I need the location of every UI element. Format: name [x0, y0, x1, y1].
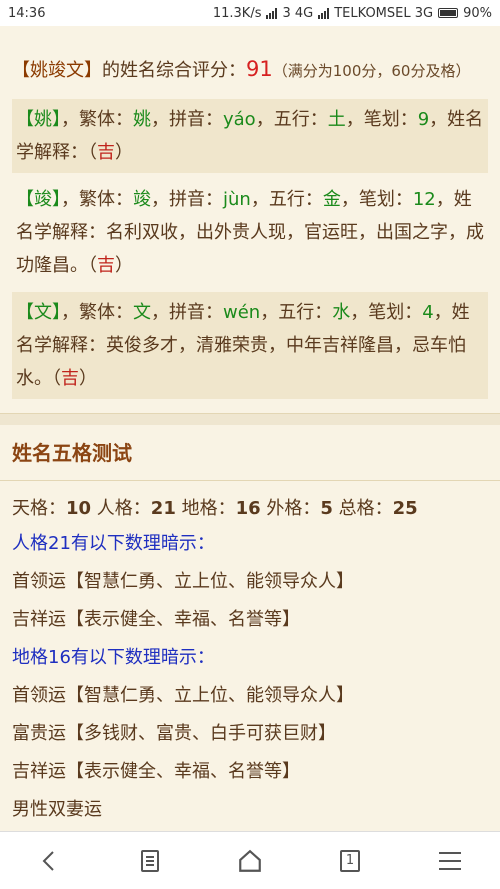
- char-name: 【文】: [16, 302, 61, 323]
- wuxing-label: ，五行：: [255, 109, 328, 130]
- total-score: 91: [246, 57, 273, 81]
- tian-label: 天格：: [12, 498, 66, 519]
- pinyin-label: ，拼音：: [151, 302, 223, 323]
- trad-label: ，繁体：: [61, 109, 133, 130]
- zong-value: 25: [392, 498, 418, 519]
- wuxing-label: ，五行：: [250, 189, 323, 210]
- wuxing-value: 水: [332, 302, 351, 323]
- hint-heading: 人格21有以下数理暗示：: [12, 533, 215, 554]
- network-speed: 11.3K/s: [212, 5, 262, 21]
- trad-value: 姚: [133, 109, 151, 130]
- hint-item: 男性双妻运: [12, 799, 102, 820]
- full-name: 【姚竣文】: [12, 60, 102, 81]
- status-bar: 14:36 11.3K/s 3 4G TELKOMSEL 3G 90%: [0, 0, 500, 26]
- luck-value: 吉: [61, 368, 79, 389]
- status-time: 14:36: [8, 5, 46, 21]
- wai-value: 5: [320, 498, 333, 519]
- battery-icon: [438, 8, 459, 18]
- back-button[interactable]: [30, 841, 70, 881]
- char-name: 【姚】: [16, 109, 61, 130]
- di-label: 地格：: [175, 498, 236, 519]
- luck-value: 吉: [97, 142, 115, 163]
- wuxing-label: ，五行：: [260, 302, 333, 323]
- strokes-label: ，笔划：: [340, 189, 413, 210]
- separator: ，: [435, 189, 454, 210]
- pinyin-value: yáo: [223, 109, 256, 130]
- back-icon: [42, 850, 54, 871]
- section-divider: [0, 413, 500, 425]
- carrier-name: TELKOMSEL 3G: [334, 5, 434, 21]
- page-content: 【姚竣文】的姓名综合评分：91（满分为100分，60分及格） 【姚】，繁体：姚，…: [0, 26, 500, 831]
- ren-label: 人格：: [91, 498, 151, 519]
- menu-button[interactable]: [430, 841, 470, 881]
- score-summary: 【姚竣文】的姓名综合评分：91（满分为100分，60分及格）: [0, 26, 500, 97]
- trad-label: ，繁体：: [61, 189, 133, 210]
- pinyin-value: jùn: [223, 189, 251, 210]
- tabs-button[interactable]: 1: [330, 841, 370, 881]
- trad-value: 文: [133, 302, 151, 323]
- signal-icon: [266, 7, 278, 19]
- browser-toolbar: 1: [0, 831, 500, 889]
- strokes-label: ，笔划：: [345, 109, 418, 130]
- pinyin-label: ，拼音：: [151, 109, 223, 130]
- signal-icon-2: [318, 7, 330, 19]
- five-grid-values: 天格：10 人格：21 地格：16 外格：5 总格：25: [0, 481, 500, 521]
- wai-label: 外格：: [260, 498, 321, 519]
- hamburger-icon: [439, 851, 461, 870]
- close-paren: ）: [115, 255, 133, 276]
- menu-page-icon: [141, 849, 159, 872]
- home-button[interactable]: [230, 841, 270, 881]
- pinyin-value: wén: [223, 302, 261, 323]
- strokes-value: 4: [422, 302, 434, 323]
- hint-item: 首领运【智慧仁勇、立上位、能领导众人】: [12, 571, 354, 592]
- summary-text: 的姓名综合评分：: [102, 60, 246, 81]
- strokes-value: 12: [412, 189, 436, 210]
- network-type: 3 4G: [282, 5, 314, 21]
- char-block: 【姚】，繁体：姚，拼音：yáo，五行：土，笔划：9，姓名学解释：（吉）: [12, 99, 488, 173]
- hint-heading: 地格16有以下数理暗示：: [12, 647, 215, 668]
- hint-item: 吉祥运【表示健全、幸福、名誉等】: [12, 609, 300, 630]
- strokes-label: ，笔划：: [350, 302, 423, 323]
- strokes-value: 9: [417, 109, 430, 130]
- separator: ，: [433, 302, 452, 323]
- section-title: 姓名五格测试: [0, 425, 500, 481]
- pinyin-label: ，拼音：: [151, 189, 223, 210]
- hint-item: 吉祥运【表示健全、幸福、名誉等】: [12, 761, 300, 782]
- tian-value: 10: [66, 498, 92, 519]
- hint-item: 首领运【智慧仁勇、立上位、能领导众人】: [12, 685, 354, 706]
- char-block: 【文】，繁体：文，拼音：wén，五行：水，笔划：4，姓名学解释：英俊多才，清雅荣…: [12, 292, 488, 399]
- home-icon: [239, 849, 261, 872]
- tab-count: 1: [345, 853, 355, 868]
- di-value: 16: [235, 498, 261, 519]
- char-block: 【竣】，繁体：竣，拼音：jùn，五行：金，笔划：12，姓名学解释：名利双收，出外…: [12, 179, 488, 286]
- close-paren: ）: [115, 142, 133, 163]
- wuxing-value: 金: [322, 189, 341, 210]
- reader-button[interactable]: [130, 841, 170, 881]
- wuxing-value: 土: [327, 109, 346, 130]
- ren-value: 21: [150, 498, 176, 519]
- trad-label: ，繁体：: [61, 302, 133, 323]
- char-name: 【竣】: [16, 189, 61, 210]
- close-paren: ）: [79, 368, 97, 389]
- battery-level: 90%: [463, 5, 492, 21]
- zong-label: 总格：: [332, 498, 393, 519]
- hint-item: 富贵运【多钱财、富贵、白手可获巨财】: [12, 723, 336, 744]
- trad-value: 竣: [133, 189, 151, 210]
- separator: ，: [429, 109, 448, 130]
- luck-value: 吉: [97, 255, 115, 276]
- score-note: （满分为100分，60分及格）: [272, 62, 471, 80]
